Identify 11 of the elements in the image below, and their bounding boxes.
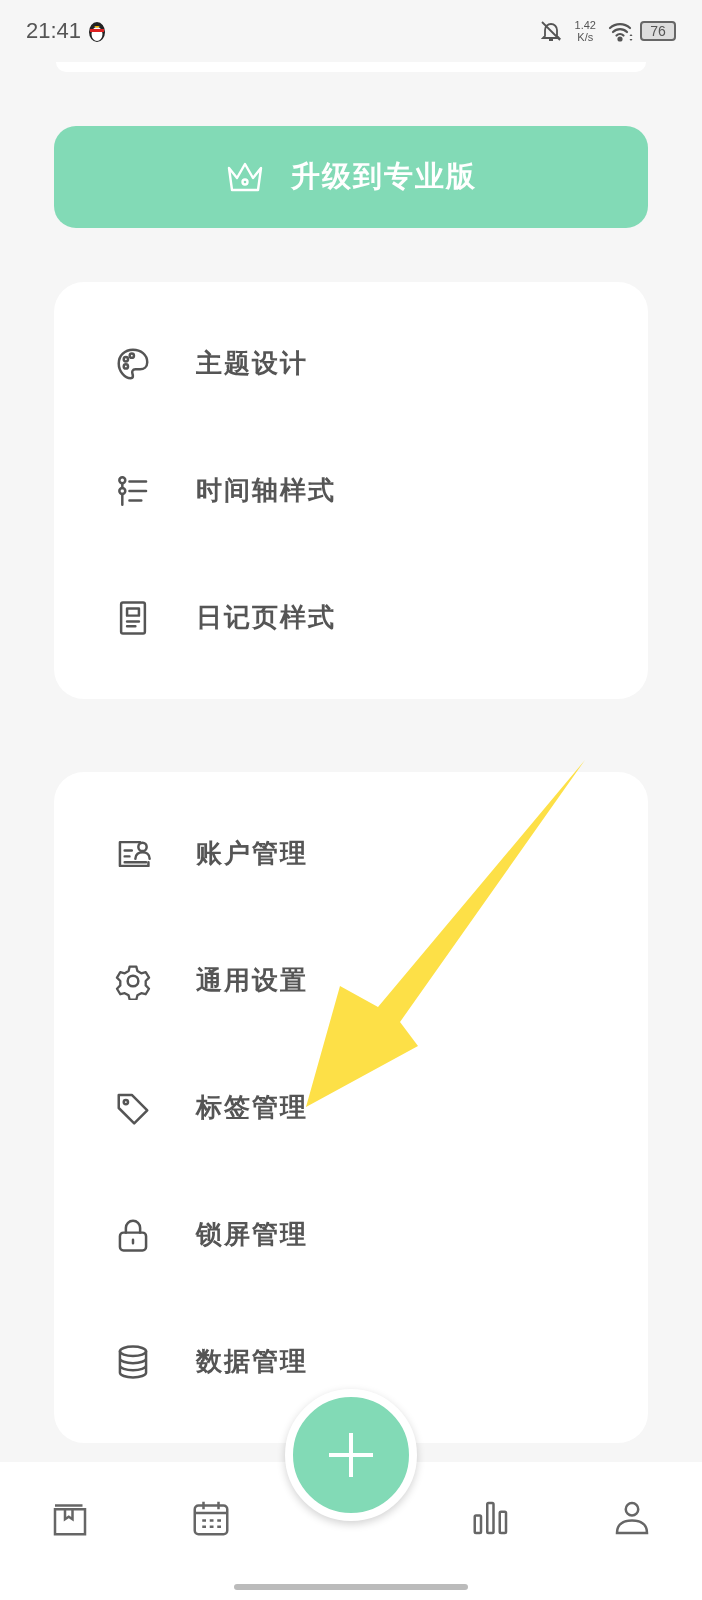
menu-item-label[interactable]: 时间轴样式 xyxy=(196,473,336,508)
network-speed: 1.42 K/s xyxy=(574,18,596,44)
menu-item-label[interactable]: 日记页样式 xyxy=(196,600,336,635)
status-time: 21:41 xyxy=(26,18,82,44)
menu-item-label[interactable]: 数据管理 xyxy=(196,1344,308,1379)
menu-item-label[interactable]: 标签管理 xyxy=(196,1090,308,1125)
menu-item-label[interactable]: 账户管理 xyxy=(196,836,308,871)
menu-item-label[interactable]: 通用设置 xyxy=(196,963,308,998)
menu-item-label[interactable]: 锁屏管理 xyxy=(196,1217,308,1252)
menu-item-label[interactable]: 主题设计 xyxy=(196,346,308,381)
battery-level: 76 xyxy=(640,21,676,41)
